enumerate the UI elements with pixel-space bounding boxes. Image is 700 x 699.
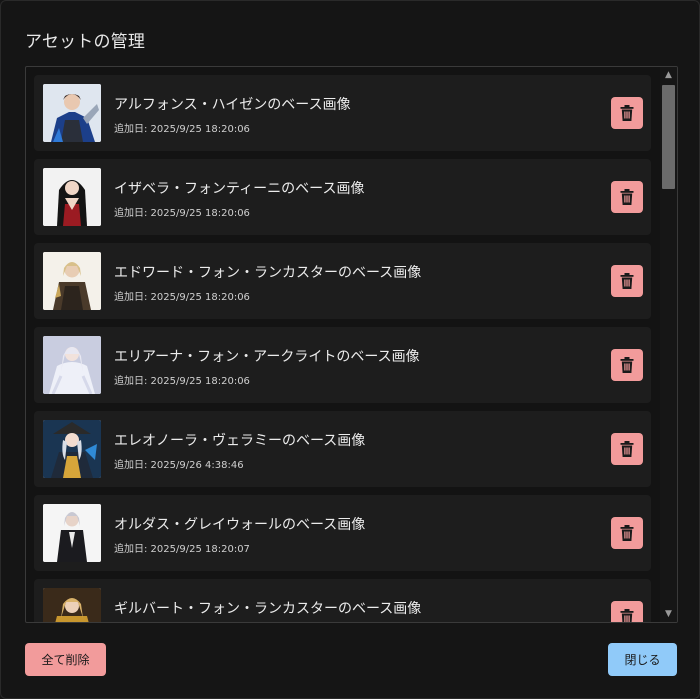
- delete-asset-button[interactable]: [611, 181, 643, 213]
- asset-list[interactable]: アルフォンス・ハイゼンのベース画像 追加日: 2025/9/25 18:20:0…: [25, 66, 678, 623]
- scrollbar-thumb[interactable]: [662, 85, 675, 189]
- asset-name: ギルバート・フォン・ランカスターのベース画像: [114, 601, 422, 617]
- chevron-up-icon[interactable]: ▲: [660, 68, 677, 82]
- dialog-title: アセットの管理: [25, 32, 146, 52]
- asset-item: エリアーナ・フォン・アークライトのベース画像 追加日: 2025/9/25 18…: [34, 327, 651, 403]
- chevron-down-icon[interactable]: ▼: [660, 607, 677, 621]
- trash-icon: [620, 609, 634, 622]
- asset-thumbnail: [43, 84, 101, 142]
- asset-item: エドワード・フォン・ランカスターのベース画像 追加日: 2025/9/25 18…: [34, 243, 651, 319]
- asset-name: エリアーナ・フォン・アークライトのベース画像: [114, 349, 420, 365]
- asset-manager-dialog: アセットの管理 アルフォンス・ハイゼンのベース画像 追加日: 2025/9/25…: [0, 0, 700, 699]
- asset-date: 追加日: 2025/9/25 18:20:06: [114, 124, 250, 135]
- asset-name: エレオノーラ・ヴェラミーのベース画像: [114, 433, 366, 449]
- trash-icon: [620, 105, 634, 121]
- delete-all-button[interactable]: 全て削除: [25, 643, 106, 676]
- trash-icon: [620, 525, 634, 541]
- asset-item: アルフォンス・ハイゼンのベース画像 追加日: 2025/9/25 18:20:0…: [34, 75, 651, 151]
- asset-thumbnail: [43, 588, 101, 622]
- asset-item: オルダス・グレイウォールのベース画像 追加日: 2025/9/25 18:20:…: [34, 495, 651, 571]
- asset-item: エレオノーラ・ヴェラミーのベース画像 追加日: 2025/9/26 4:38:4…: [34, 411, 651, 487]
- asset-date: 追加日: 2025/9/26 4:38:46: [114, 460, 244, 471]
- asset-thumbnail: [43, 336, 101, 394]
- asset-item: イザベラ・フォンティーニのベース画像 追加日: 2025/9/25 18:20:…: [34, 159, 651, 235]
- delete-asset-button[interactable]: [611, 97, 643, 129]
- asset-item: ギルバート・フォン・ランカスターのベース画像: [34, 579, 651, 622]
- asset-name: アルフォンス・ハイゼンのベース画像: [114, 97, 351, 113]
- asset-name: エドワード・フォン・ランカスターのベース画像: [114, 265, 422, 281]
- asset-date: 追加日: 2025/9/25 18:20:07: [114, 544, 250, 555]
- asset-thumbnail: [43, 420, 101, 478]
- asset-thumbnail: [43, 168, 101, 226]
- trash-icon: [620, 189, 634, 205]
- trash-icon: [620, 357, 634, 373]
- delete-asset-button[interactable]: [611, 601, 643, 622]
- delete-asset-button[interactable]: [611, 433, 643, 465]
- delete-asset-button[interactable]: [611, 517, 643, 549]
- asset-date: 追加日: 2025/9/25 18:20:06: [114, 376, 250, 387]
- asset-name: イザベラ・フォンティーニのベース画像: [114, 181, 365, 197]
- asset-list-viewport: アルフォンス・ハイゼンのベース画像 追加日: 2025/9/25 18:20:0…: [26, 67, 659, 622]
- close-button[interactable]: 閉じる: [608, 643, 677, 676]
- asset-name: オルダス・グレイウォールのベース画像: [114, 517, 366, 533]
- delete-asset-button[interactable]: [611, 349, 643, 381]
- trash-icon: [620, 441, 634, 457]
- delete-asset-button[interactable]: [611, 265, 643, 297]
- asset-thumbnail: [43, 252, 101, 310]
- asset-date: 追加日: 2025/9/25 18:20:06: [114, 208, 250, 219]
- trash-icon: [620, 273, 634, 289]
- asset-date: 追加日: 2025/9/25 18:20:06: [114, 292, 250, 303]
- list-scrollbar[interactable]: ▲ ▼: [660, 67, 677, 622]
- asset-thumbnail: [43, 504, 101, 562]
